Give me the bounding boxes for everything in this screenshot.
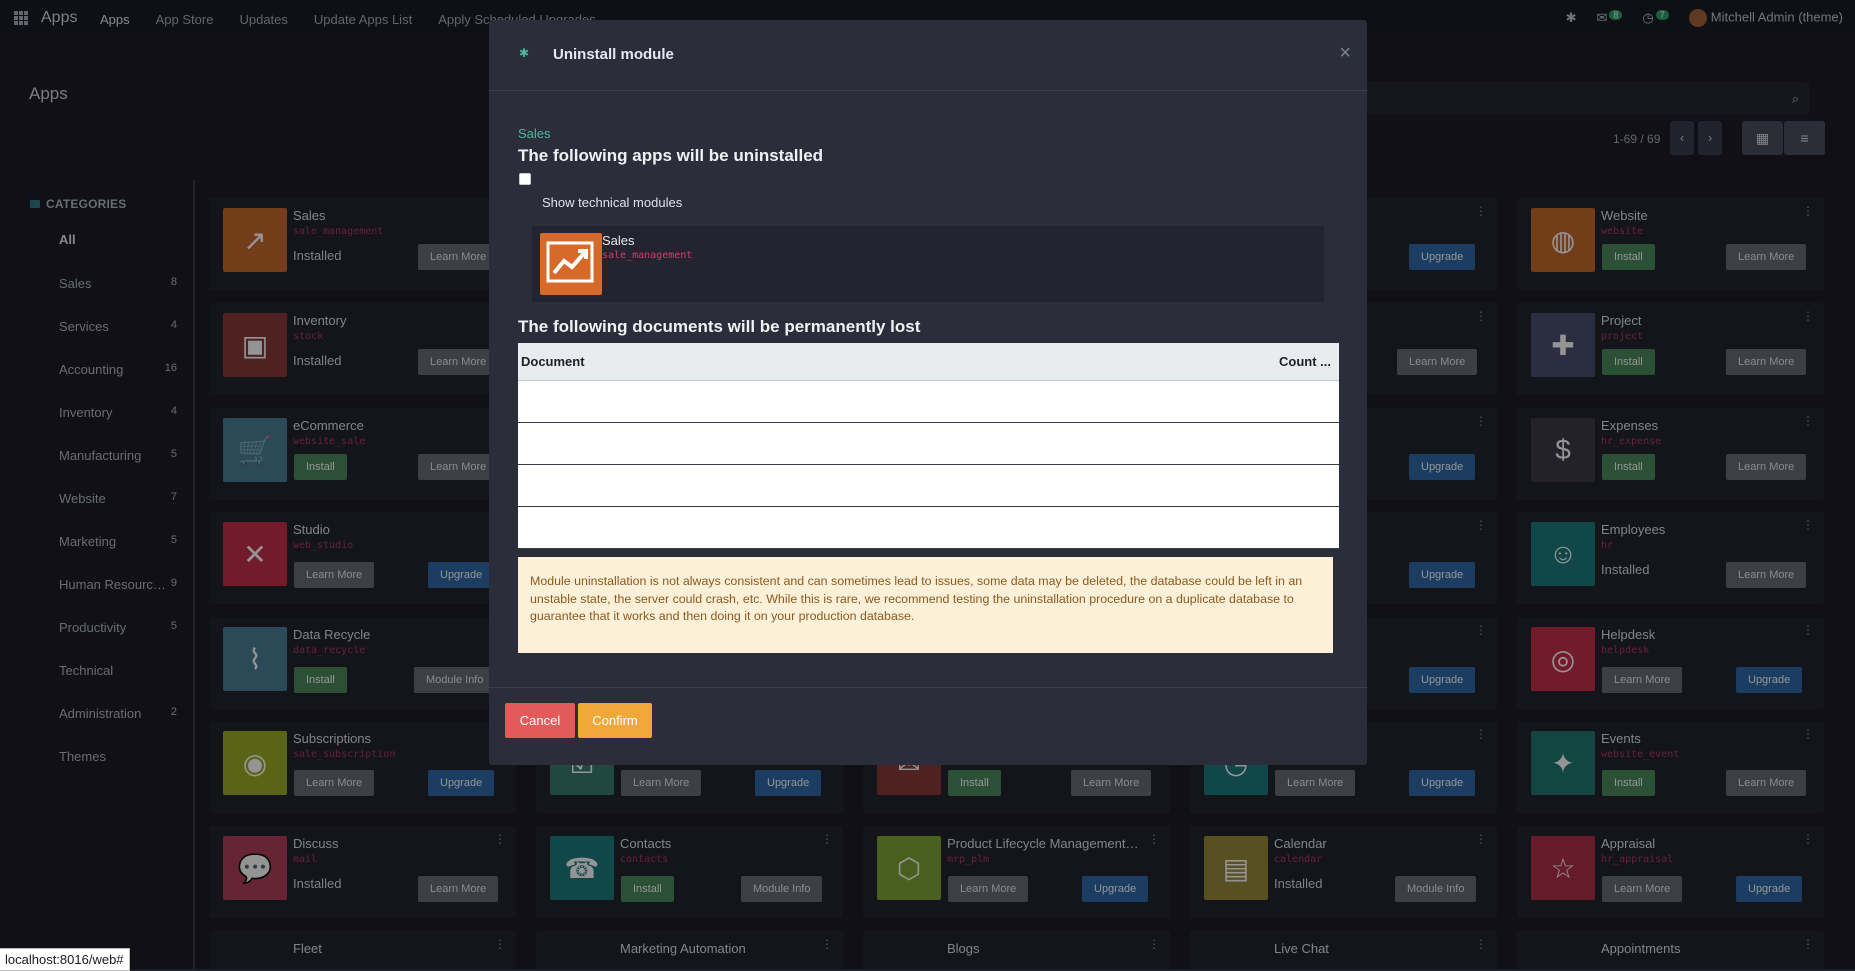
uninstall-warning: Module uninstallation is not always cons… xyxy=(518,557,1333,653)
show-technical-checkbox[interactable] xyxy=(519,173,531,185)
documents-table: Document Count ... xyxy=(518,343,1339,549)
table-row xyxy=(518,380,1339,423)
status-url: localhost:8016/web# xyxy=(0,948,130,971)
uninstall-app-tech: sale_management xyxy=(602,250,693,261)
uninstall-module-dialog: ✱ Uninstall module × Sales The following… xyxy=(489,20,1367,765)
table-row xyxy=(518,506,1339,549)
uninstall-app-name: Sales xyxy=(602,233,635,248)
column-document[interactable]: Document xyxy=(518,343,949,381)
apps-uninstalled-heading: The following apps will be uninstalled xyxy=(518,146,824,165)
close-icon[interactable]: × xyxy=(1339,42,1351,65)
cancel-button[interactable]: Cancel xyxy=(505,703,575,738)
modal-footer: Cancel Confirm xyxy=(489,687,1367,766)
table-row xyxy=(518,464,1339,507)
column-count[interactable]: Count ... xyxy=(948,343,1339,381)
table-header-row: Document Count ... xyxy=(518,343,1339,381)
confirm-button[interactable]: Confirm xyxy=(578,703,652,738)
modal-title: Uninstall module xyxy=(553,46,674,63)
show-technical-label[interactable]: Show technical modules xyxy=(542,195,682,210)
bug-icon: ✱ xyxy=(519,46,530,60)
modal-header: ✱ Uninstall module × xyxy=(489,20,1367,91)
sales-chart-icon xyxy=(540,233,602,295)
table-row xyxy=(518,422,1339,465)
documents-lost-heading: The following documents will be permanen… xyxy=(518,317,921,336)
module-label: Sales xyxy=(518,126,551,141)
uninstall-app-card: Sales sale_management xyxy=(532,226,1324,302)
